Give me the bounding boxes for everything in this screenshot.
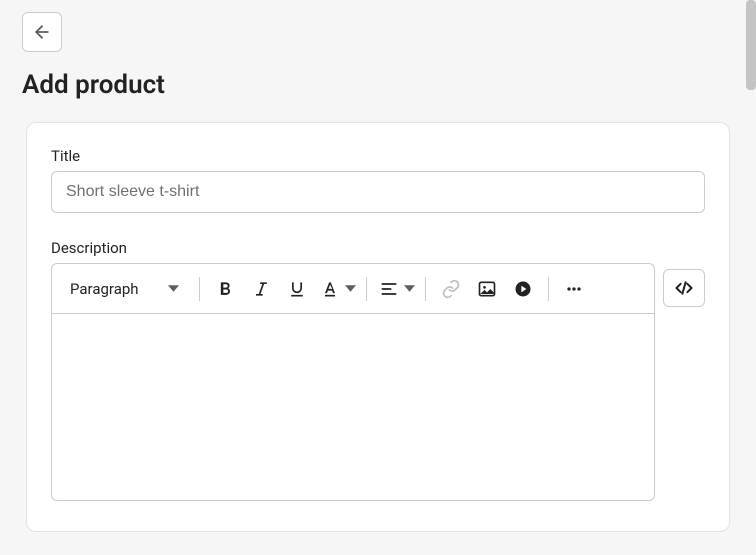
link-icon <box>441 279 461 299</box>
italic-icon <box>251 279 271 299</box>
caret-down-icon <box>344 283 358 294</box>
video-button[interactable] <box>506 272 540 306</box>
description-editor-body[interactable] <box>52 314 654 500</box>
align-left-icon <box>379 279 399 299</box>
play-circle-icon <box>513 279 533 299</box>
editor-toolbar: Paragraph <box>52 264 654 314</box>
view-html-button[interactable] <box>663 269 705 307</box>
align-button[interactable] <box>375 272 417 306</box>
back-button[interactable] <box>22 12 62 52</box>
italic-button[interactable] <box>244 272 278 306</box>
toolbar-divider <box>199 277 200 301</box>
description-field-group: Description Paragraph <box>51 239 705 501</box>
vertical-scrollbar[interactable] <box>746 0 756 90</box>
title-field-group: Title <box>51 147 705 213</box>
toolbar-divider <box>425 277 426 301</box>
caret-down-icon <box>167 283 181 294</box>
underline-button[interactable] <box>280 272 314 306</box>
arrow-left-icon <box>32 22 52 42</box>
description-label: Description <box>51 239 705 257</box>
page-title: Add product <box>22 70 734 100</box>
image-icon <box>477 279 497 299</box>
product-card: Title Description Paragraph <box>26 122 730 532</box>
underline-icon <box>287 279 307 299</box>
format-select-label: Paragraph <box>70 280 139 298</box>
bold-icon <box>215 279 235 299</box>
caret-down-icon <box>403 283 417 294</box>
rich-text-editor: Paragraph <box>51 263 655 501</box>
toolbar-divider <box>548 277 549 301</box>
title-label: Title <box>51 147 705 165</box>
title-input[interactable] <box>51 171 705 213</box>
format-select[interactable]: Paragraph <box>60 274 191 304</box>
text-color-icon <box>320 279 340 299</box>
bold-button[interactable] <box>208 272 242 306</box>
more-button[interactable] <box>557 272 591 306</box>
link-button[interactable] <box>434 272 468 306</box>
more-horizontal-icon <box>564 279 584 299</box>
code-icon <box>674 278 694 298</box>
image-button[interactable] <box>470 272 504 306</box>
page-container: Add product Title Description Paragraph <box>0 0 756 532</box>
toolbar-divider <box>366 277 367 301</box>
editor-wrap: Paragraph <box>51 263 705 501</box>
text-color-button[interactable] <box>316 272 358 306</box>
